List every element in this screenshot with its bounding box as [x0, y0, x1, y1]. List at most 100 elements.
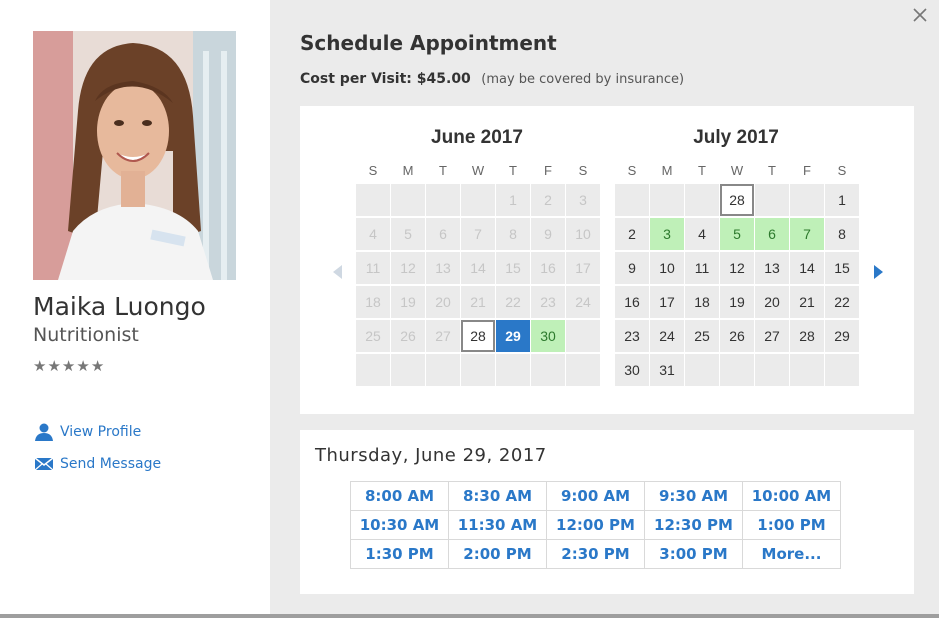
- weekday-label: M: [402, 163, 414, 178]
- calendar-day[interactable]: 23: [615, 320, 649, 352]
- calendar-day: 26: [391, 320, 425, 352]
- calendar-day: 17: [566, 252, 600, 284]
- time-slot-button[interactable]: 11:30 AM: [448, 510, 547, 540]
- calendar-day[interactable]: 7: [790, 218, 824, 250]
- time-slot-button[interactable]: 8:30 AM: [448, 481, 547, 511]
- calendar-day[interactable]: 22: [825, 286, 859, 318]
- calendar-day[interactable]: 13: [755, 252, 789, 284]
- calendar-day[interactable]: 27: [755, 320, 789, 352]
- calendar-empty-cell: [615, 184, 649, 216]
- calendar-day[interactable]: 20: [755, 286, 789, 318]
- more-times-button[interactable]: More...: [742, 539, 841, 569]
- weekday-label: T: [698, 163, 706, 178]
- time-slot-button[interactable]: 1:00 PM: [742, 510, 841, 540]
- time-slot-button[interactable]: 3:00 PM: [644, 539, 743, 569]
- calendar-day[interactable]: 29: [825, 320, 859, 352]
- time-slot-button[interactable]: 1:30 PM: [350, 539, 449, 569]
- calendar-day[interactable]: 31: [650, 354, 684, 386]
- time-slot-button[interactable]: 12:00 PM: [546, 510, 645, 540]
- calendar-empty-cell: [825, 354, 859, 386]
- calendar-day[interactable]: 15: [825, 252, 859, 284]
- calendar-empty-cell: [650, 184, 684, 216]
- calendar-day[interactable]: 18: [685, 286, 719, 318]
- weekday-label: S: [578, 163, 588, 178]
- chevron-left-icon: [333, 265, 342, 279]
- star-icon: ★: [33, 358, 47, 375]
- calendar-day[interactable]: 8: [825, 218, 859, 250]
- calendar-day[interactable]: 16: [615, 286, 649, 318]
- modal-shadow: [0, 614, 939, 618]
- weekday-header: S M T W T F S: [356, 160, 598, 182]
- calendar-day: 22: [496, 286, 530, 318]
- prev-month-button[interactable]: [330, 263, 344, 281]
- person-icon: [35, 423, 53, 441]
- weekday-label: W: [730, 163, 744, 178]
- calendar-day[interactable]: 6: [755, 218, 789, 250]
- calendar-day[interactable]: 21: [790, 286, 824, 318]
- calendar-day[interactable]: 12: [720, 252, 754, 284]
- time-slot-button[interactable]: 12:30 PM: [644, 510, 743, 540]
- weekday-label: T: [439, 163, 447, 178]
- calendar-empty-cell: [461, 184, 495, 216]
- weekday-label: F: [544, 163, 552, 178]
- calendar-empty-cell: [426, 354, 460, 386]
- calendar-day[interactable]: 2: [615, 218, 649, 250]
- calendar-day: 4: [356, 218, 390, 250]
- calendar-day[interactable]: 30: [615, 354, 649, 386]
- calendar-empty-cell: [461, 354, 495, 386]
- provider-name: Maika Luongo: [33, 292, 206, 321]
- time-slots-card: Thursday, June 29, 2017 8:00 AM 8:30 AM …: [300, 430, 914, 594]
- calendar-empty-cell: [755, 354, 789, 386]
- calendar-empty-cell: [755, 184, 789, 216]
- calendar-day: 10: [566, 218, 600, 250]
- calendar-card: June 2017 S M T W T F S 1 2 3 4 5 6 7 8 9 10 11 12 1…: [300, 106, 914, 414]
- weekday-label: T: [768, 163, 776, 178]
- time-slot-button[interactable]: 9:30 AM: [644, 481, 743, 511]
- calendar-day: 6: [426, 218, 460, 250]
- calendar-day[interactable]: 26: [720, 320, 754, 352]
- calendar-day[interactable]: 29: [496, 320, 530, 352]
- calendar-day[interactable]: 17: [650, 286, 684, 318]
- calendar-day[interactable]: 3: [650, 218, 684, 250]
- send-message-link[interactable]: Send Message: [34, 456, 161, 472]
- calendar-day: 28: [461, 320, 495, 352]
- time-slot-button[interactable]: 8:00 AM: [350, 481, 449, 511]
- time-slot-button[interactable]: 2:00 PM: [448, 539, 547, 569]
- schedule-title: Schedule Appointment: [300, 31, 557, 55]
- send-message-label: Send Message: [60, 456, 162, 472]
- time-slot-button[interactable]: 10:30 AM: [350, 510, 449, 540]
- calendar-day[interactable]: 5: [720, 218, 754, 250]
- close-button[interactable]: [911, 6, 929, 24]
- calendar-day: 14: [461, 252, 495, 284]
- appointment-modal: Maika Luongo Nutritionist ★ ★ ★ ★ ★ View…: [0, 0, 939, 614]
- calendar-day[interactable]: 30: [531, 320, 565, 352]
- rating-stars: ★ ★ ★ ★ ★: [33, 358, 104, 376]
- calendar-day[interactable]: 25: [685, 320, 719, 352]
- calendar-day: 23: [531, 286, 565, 318]
- calendar-empty-cell: [391, 354, 425, 386]
- calendar-day[interactable]: 14: [790, 252, 824, 284]
- calendar-empty-cell: [426, 184, 460, 216]
- time-slot-button[interactable]: 10:00 AM: [742, 481, 841, 511]
- calendar-day[interactable]: 4: [685, 218, 719, 250]
- calendar-empty-cell: [685, 184, 719, 216]
- calendar-day: 12: [391, 252, 425, 284]
- calendar-day[interactable]: 11: [685, 252, 719, 284]
- calendar-day: 9: [531, 218, 565, 250]
- calendar-day[interactable]: 24: [650, 320, 684, 352]
- time-slot-button[interactable]: 2:30 PM: [546, 539, 645, 569]
- calendar-day: 19: [391, 286, 425, 318]
- selected-date-heading: Thursday, June 29, 2017: [315, 445, 547, 466]
- calendar-day: 13: [426, 252, 460, 284]
- view-profile-link[interactable]: View Profile: [34, 423, 141, 441]
- weekday-label: S: [368, 163, 378, 178]
- calendar-day[interactable]: 1: [825, 184, 859, 216]
- time-slot-button[interactable]: 9:00 AM: [546, 481, 645, 511]
- calendar-day[interactable]: 28: [790, 320, 824, 352]
- weekday-label: T: [509, 163, 517, 178]
- calendar-day[interactable]: 10: [650, 252, 684, 284]
- next-month-button[interactable]: [872, 263, 886, 281]
- calendar-empty-cell: [566, 320, 600, 352]
- calendar-day[interactable]: 9: [615, 252, 649, 284]
- calendar-day[interactable]: 19: [720, 286, 754, 318]
